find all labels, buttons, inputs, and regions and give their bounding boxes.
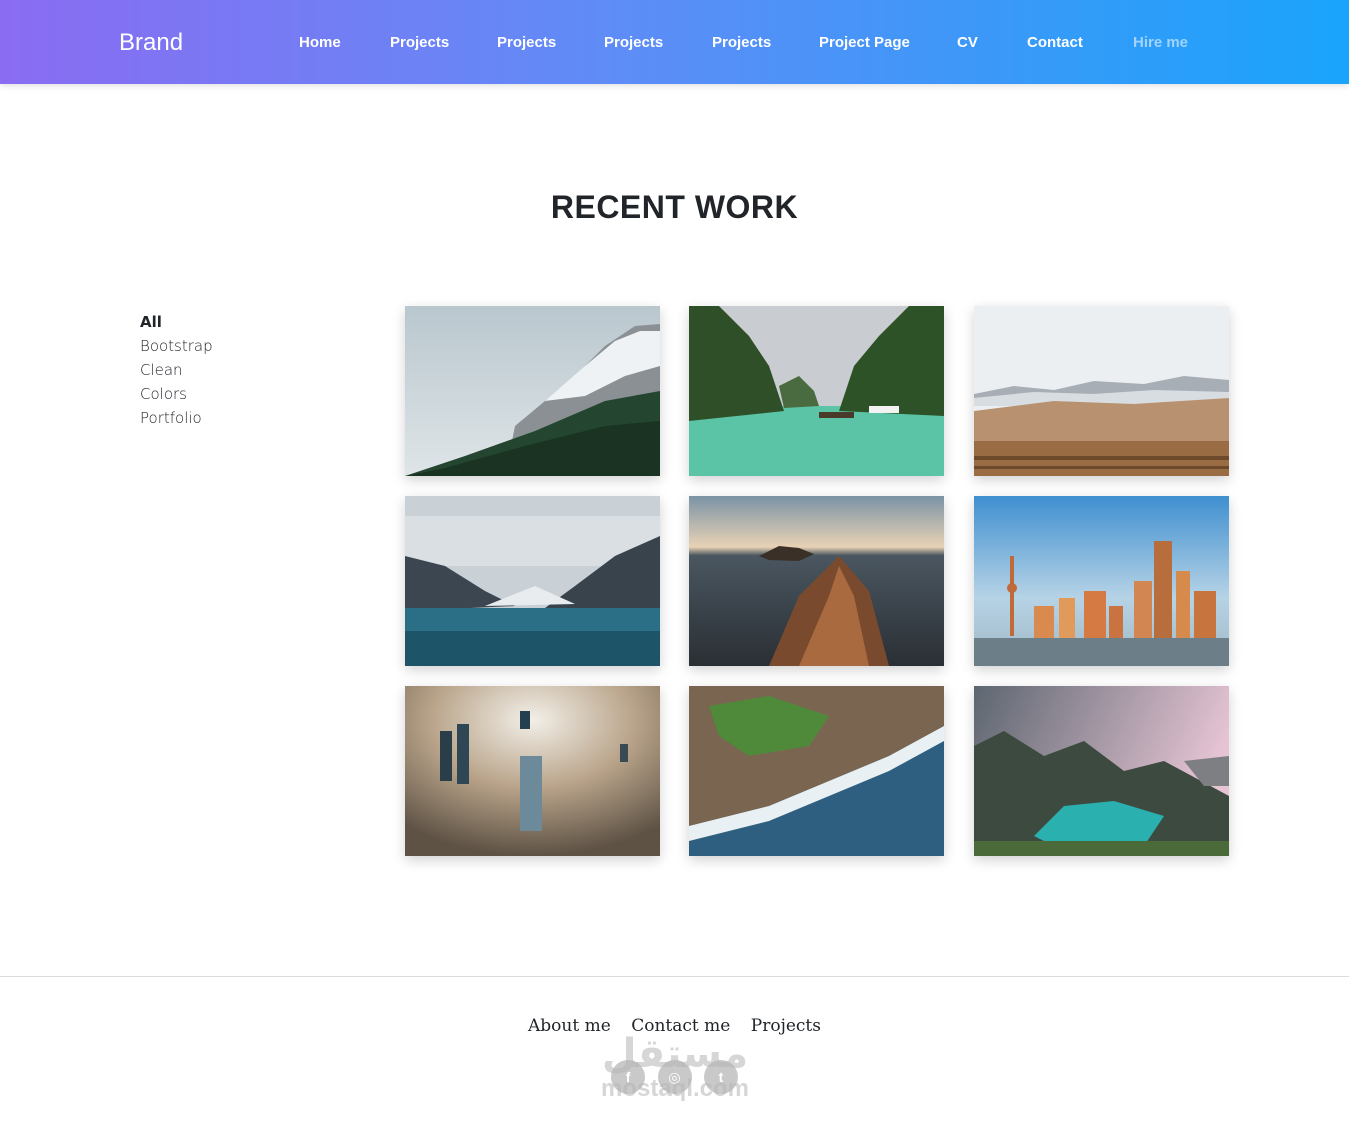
filter-colors[interactable]: Colors <box>140 382 213 406</box>
gallery-item-snowy-mountain[interactable] <box>405 306 660 476</box>
brand-logo[interactable]: Brand <box>119 28 183 58</box>
filter-all[interactable]: All <box>140 310 213 334</box>
mountain-lake-image <box>405 496 660 666</box>
facebook-icon[interactable]: f <box>611 1060 646 1094</box>
gallery-item-lagoon-cliffs[interactable] <box>689 306 944 476</box>
nav-projects-3[interactable]: Projects <box>604 33 663 53</box>
footer-link-about[interactable]: About me <box>528 1015 611 1037</box>
nav-projects-2[interactable]: Projects <box>497 33 556 53</box>
sea-rocks-image <box>689 496 944 666</box>
coastline-aerial-image <box>689 686 944 856</box>
filter-bootstrap[interactable]: Bootstrap <box>140 334 213 358</box>
gallery-item-coastal-bay[interactable] <box>974 686 1229 856</box>
category-filter-list: All Bootstrap Clean Colors Portfolio <box>140 310 213 430</box>
nav-projects-1[interactable]: Projects <box>390 33 449 53</box>
lagoon-cliffs-image <box>689 306 944 476</box>
gallery-item-desert-plain[interactable] <box>974 306 1229 476</box>
gallery-item-mountain-lake[interactable] <box>405 496 660 666</box>
filter-portfolio[interactable]: Portfolio <box>140 406 213 430</box>
footer-link-contact[interactable]: Contact me <box>631 1015 730 1037</box>
gallery-item-city-skyline[interactable] <box>974 496 1229 666</box>
footer-link-projects[interactable]: Projects <box>751 1015 821 1037</box>
nav-contact[interactable]: Contact <box>1027 33 1083 53</box>
filter-clean[interactable]: Clean <box>140 358 213 382</box>
instagram-icon[interactable]: ◎ <box>657 1060 692 1094</box>
social-links: f ◎ t <box>0 1060 1349 1094</box>
city-skyline-image <box>974 496 1229 666</box>
desert-plain-image <box>974 306 1229 476</box>
nav-projects-4[interactable]: Projects <box>712 33 771 53</box>
footer-divider <box>0 976 1349 977</box>
gallery-item-coastline-aerial[interactable] <box>689 686 944 856</box>
snowy-mountain-image <box>405 306 660 476</box>
gallery-item-skyscrapers-clouds[interactable] <box>405 686 660 856</box>
nav-cv[interactable]: CV <box>957 33 978 53</box>
gallery-item-sea-rocks[interactable] <box>689 496 944 666</box>
nav-project-page[interactable]: Project Page <box>819 33 910 53</box>
top-navbar: Brand Home Projects Projects Projects Pr… <box>0 0 1349 84</box>
nav-home[interactable]: Home <box>299 33 341 53</box>
section-title: RECENT WORK <box>550 189 799 225</box>
skyscrapers-clouds-image <box>405 686 660 856</box>
nav-hire-me[interactable]: Hire me <box>1133 33 1188 53</box>
twitter-icon[interactable]: t <box>703 1060 738 1094</box>
project-gallery <box>405 306 1229 856</box>
footer-links: About me Contact me Projects <box>0 1015 1349 1037</box>
coastal-bay-image <box>974 686 1229 856</box>
